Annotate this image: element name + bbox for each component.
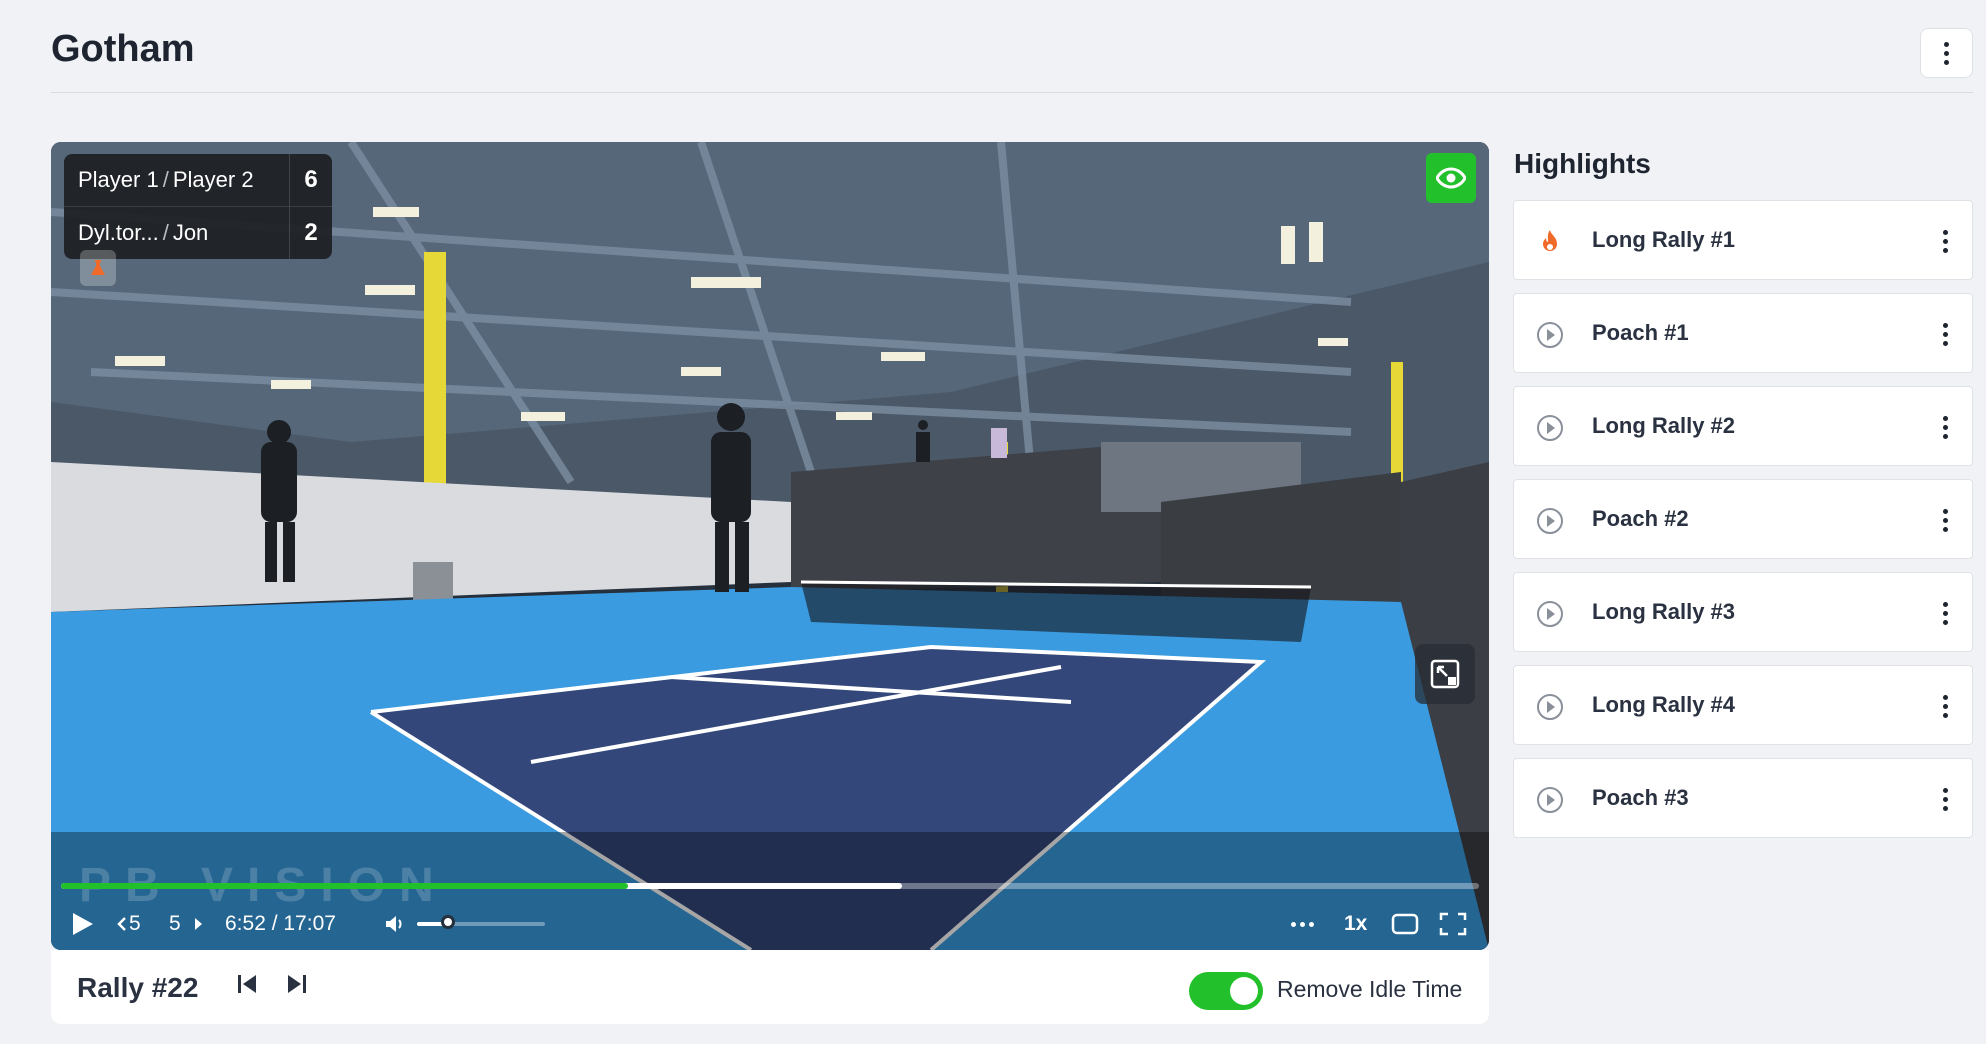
- more-vertical-icon: [1943, 509, 1948, 532]
- skip-previous-icon: [238, 975, 256, 993]
- skip-back-seconds: 5: [129, 912, 141, 935]
- scoreboard: Player 1/Player 2 6 Dyl.tor... / Jon 2: [64, 154, 332, 259]
- page-menu-button[interactable]: [1920, 28, 1973, 78]
- eye-icon: [1436, 167, 1466, 189]
- scoreboard-row-team-1: Player 1/Player 2 6: [64, 154, 332, 206]
- pip-icon: [1430, 659, 1460, 689]
- highlights-title: Highlights: [1514, 148, 1651, 179]
- highlight-label: Long Rally #4: [1592, 692, 1736, 717]
- more-vertical-icon: [1943, 416, 1948, 439]
- more-vertical-icon: [1943, 695, 1948, 718]
- fullscreen-icon: [1439, 912, 1467, 936]
- video-progress-bar[interactable]: [61, 883, 1479, 889]
- highlight-item[interactable]: Long Rally #1: [1513, 200, 1973, 280]
- previous-rally-button[interactable]: [236, 972, 258, 1001]
- highlight-item[interactable]: Poach #2: [1513, 479, 1973, 559]
- team-1-score: 6: [289, 154, 332, 206]
- volume-icon: [386, 916, 402, 932]
- theater-mode-button[interactable]: [1391, 898, 1419, 950]
- team-2-player-a: Dyl.tor...: [78, 220, 159, 245]
- visibility-toggle-button[interactable]: [1426, 153, 1476, 203]
- team-1-player-a: Player 1: [78, 167, 159, 192]
- skip-forward-seconds: 5: [169, 912, 181, 935]
- highlight-item[interactable]: Long Rally #2: [1513, 386, 1973, 466]
- remove-idle-time-label: Remove Idle Time: [1277, 976, 1463, 1002]
- page-header: Gotham: [51, 0, 1973, 93]
- highlight-item[interactable]: Long Rally #4: [1513, 665, 1973, 745]
- remove-idle-time-toggle[interactable]: [1189, 972, 1263, 1010]
- played-range: [61, 883, 629, 889]
- highlight-item[interactable]: Poach #1: [1513, 293, 1973, 373]
- play-circle-icon: [1537, 415, 1563, 441]
- rally-title: Rally #22: [77, 972, 199, 1003]
- play-circle-icon: [1537, 787, 1563, 813]
- highlight-more-button[interactable]: [1943, 788, 1948, 811]
- highlight-label: Long Rally #3: [1592, 599, 1736, 624]
- highlight-label: Poach #1: [1592, 320, 1689, 345]
- highlight-more-button[interactable]: [1943, 416, 1948, 439]
- fullscreen-button[interactable]: [1439, 898, 1467, 950]
- highlights-list: Long Rally #1 Poach #1 Long Rally #2 Poa…: [1513, 200, 1973, 851]
- highlight-label: Long Rally #2: [1592, 413, 1736, 438]
- more-horizontal-icon: [1291, 921, 1314, 927]
- skip-next-icon: [288, 975, 306, 993]
- video-controls: 5 5 6:52 / 17:07 1x: [51, 898, 1489, 950]
- flask-badge[interactable]: [80, 250, 116, 286]
- play-icon: [73, 913, 93, 935]
- play-circle-icon: [1537, 508, 1563, 534]
- fire-icon: [1543, 230, 1557, 251]
- highlight-label: Poach #3: [1592, 785, 1689, 810]
- more-vertical-icon: [1943, 230, 1948, 253]
- highlight-more-button[interactable]: [1943, 509, 1948, 532]
- picture-in-picture-button[interactable]: [1415, 644, 1475, 704]
- volume-thumb[interactable]: [440, 915, 455, 929]
- playback-speed-button[interactable]: 1x: [1344, 898, 1367, 950]
- team-2-score: 2: [289, 207, 332, 259]
- video-frame: [51, 142, 1489, 950]
- toggle-knob: [1230, 977, 1258, 1005]
- more-vertical-icon: [1944, 41, 1949, 65]
- play-circle-icon: [1537, 601, 1563, 627]
- more-vertical-icon: [1943, 323, 1948, 346]
- highlight-item[interactable]: Long Rally #3: [1513, 572, 1973, 652]
- chevron-left-icon: [117, 917, 126, 931]
- team-1-player-b: Player 2: [172, 167, 254, 192]
- volume-button[interactable]: [385, 898, 407, 950]
- team-2-player-b: Jon: [172, 220, 209, 245]
- play-button[interactable]: [69, 898, 95, 950]
- team-separator: /: [162, 167, 169, 192]
- next-rally-button[interactable]: [286, 972, 308, 1001]
- play-circle-icon: [1537, 694, 1563, 720]
- rally-bar: Rally #22 Remove Idle Time: [51, 950, 1489, 1024]
- flask-icon: [91, 260, 105, 275]
- play-circle-icon: [1537, 322, 1563, 348]
- video-player[interactable]: Player 1/Player 2 6 Dyl.tor... / Jon 2 PB …: [51, 142, 1489, 950]
- skip-back-button[interactable]: 5: [117, 898, 141, 950]
- highlight-label: Poach #2: [1592, 506, 1689, 531]
- more-vertical-icon: [1943, 602, 1948, 625]
- highlight-more-button[interactable]: [1943, 695, 1948, 718]
- time-display: 6:52 / 17:07: [225, 912, 336, 935]
- highlight-more-button[interactable]: [1943, 323, 1948, 346]
- caret-right-icon: [194, 918, 202, 930]
- highlight-more-button[interactable]: [1943, 230, 1948, 253]
- volume-slider[interactable]: [417, 915, 545, 929]
- team-separator: /: [162, 220, 169, 245]
- highlight-more-button[interactable]: [1943, 602, 1948, 625]
- highlight-label: Long Rally #1: [1592, 227, 1736, 252]
- skip-forward-button[interactable]: 5: [169, 898, 203, 950]
- more-vertical-icon: [1943, 788, 1948, 811]
- more-options-button[interactable]: [1291, 898, 1314, 950]
- highlight-item[interactable]: Poach #3: [1513, 758, 1973, 838]
- page-title: Gotham: [51, 28, 195, 70]
- theater-icon: [1391, 913, 1419, 935]
